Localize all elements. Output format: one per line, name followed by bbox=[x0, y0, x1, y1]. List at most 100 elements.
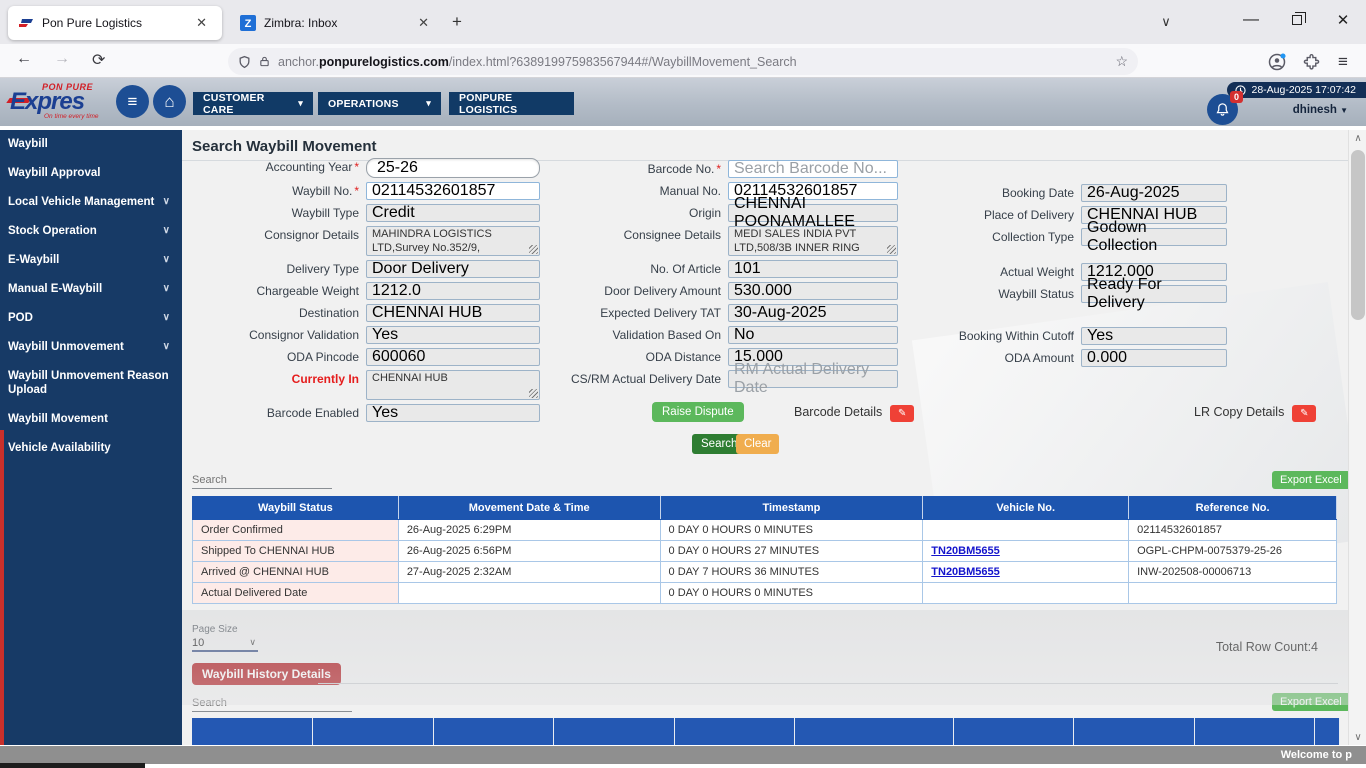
field-consignor-validation[interactable]: Yes bbox=[366, 326, 540, 344]
url-bar[interactable]: anchor.ponpurelogistics.com/index.html?6… bbox=[228, 48, 1138, 75]
sidebar-item-vehicle-availability[interactable]: Vehicle Availability bbox=[0, 434, 182, 463]
history-column-header bbox=[313, 718, 434, 745]
field-waybill-type[interactable]: Credit bbox=[366, 204, 540, 222]
back-icon[interactable]: ← bbox=[16, 50, 32, 68]
field-oda-amount[interactable]: 0.000 bbox=[1081, 349, 1227, 367]
barcode-details-edit-icon[interactable]: ✎ bbox=[890, 405, 915, 422]
sidebar-item-pod[interactable]: POD ∨ bbox=[0, 304, 182, 333]
field-consignor-details[interactable]: MAHINDRA LOGISTICS LTD,Survey No.352/9, … bbox=[366, 226, 540, 256]
lock-icon[interactable] bbox=[259, 55, 270, 68]
label-currently-in: Currently In bbox=[291, 372, 359, 386]
movement-table-search[interactable] bbox=[192, 470, 332, 489]
raise-dispute-button[interactable]: Raise Dispute bbox=[652, 402, 744, 422]
tab-close-icon[interactable]: ✕ bbox=[413, 13, 434, 33]
user-menu[interactable]: dhinesh ▼ bbox=[1293, 104, 1348, 116]
extensions-puzzle-icon[interactable] bbox=[1296, 48, 1326, 76]
sidebar-item-manual-e-waybill[interactable]: Manual E-Waybill ∨ bbox=[0, 275, 182, 304]
nav-customer-care[interactable]: CUSTOMER CARE ▾ bbox=[193, 92, 313, 116]
field-currently-in[interactable]: CHENNAI HUB bbox=[366, 370, 540, 400]
column-header-timestamp[interactable]: Timestamp bbox=[659, 496, 924, 520]
sidebar: Waybill Waybill Approval Local Vehicle Man… bbox=[0, 130, 182, 745]
history-table-search[interactable] bbox=[192, 693, 352, 712]
export-excel-button[interactable]: Export Excel bbox=[1272, 471, 1348, 489]
reload-icon[interactable]: ⟳ bbox=[92, 50, 105, 70]
field-validation-based-on[interactable]: No bbox=[728, 326, 898, 344]
history-column-header bbox=[795, 718, 954, 745]
field-collection-type[interactable]: Godown Collection bbox=[1081, 219, 1227, 254]
field-waybill-no[interactable]: 02114532601857 bbox=[366, 182, 540, 200]
scroll-down-icon[interactable]: ∨ bbox=[1349, 729, 1366, 745]
field-destination[interactable]: CHENNAI HUB bbox=[366, 304, 540, 322]
tab-list-chevron-icon[interactable]: ∨ bbox=[1146, 2, 1186, 42]
field-waybill-status[interactable]: Ready For Delivery bbox=[1081, 276, 1227, 311]
shield-icon[interactable] bbox=[238, 55, 251, 69]
vehicle-link[interactable]: TN20BM5655 bbox=[931, 566, 999, 578]
new-tab-button[interactable]: + bbox=[452, 12, 462, 32]
label-destination: Destination bbox=[298, 306, 359, 320]
column-header-vehicle-no[interactable]: Vehicle No. bbox=[922, 496, 1130, 520]
label-consignor-details: Consignor Details bbox=[264, 228, 359, 242]
svg-text:Z: Z bbox=[245, 18, 252, 30]
field-accounting-year[interactable]: 25-26 bbox=[366, 158, 540, 178]
field-booking-within-cutoff[interactable]: Yes bbox=[1081, 327, 1227, 345]
table-row: Arrived @ CHENNAI HUB 27-Aug-2025 2:32AM 0… bbox=[192, 561, 1337, 583]
chevron-down-icon: ▼ bbox=[1340, 106, 1348, 115]
status-bar: Welcome to p bbox=[0, 746, 1366, 764]
window-restore-button[interactable] bbox=[1274, 0, 1320, 40]
field-no-of-article[interactable]: 101 bbox=[728, 260, 898, 278]
window-close-button[interactable]: ✕ bbox=[1320, 0, 1366, 40]
home-icon[interactable]: ⌂ bbox=[153, 85, 186, 118]
scrollbar-thumb[interactable] bbox=[1351, 150, 1365, 320]
lr-copy-details-edit-icon[interactable]: ✎ bbox=[1292, 405, 1317, 422]
page-scrollbar[interactable]: ∧ ∨ bbox=[1348, 130, 1366, 745]
field-barcode-enabled[interactable]: Yes bbox=[366, 404, 540, 422]
notification-bell-icon[interactable]: 0 bbox=[1207, 91, 1243, 125]
tab-pon-pure-logistics[interactable]: Pon Pure Logistics ✕ bbox=[8, 6, 222, 40]
forward-icon[interactable]: → bbox=[54, 50, 70, 68]
sidebar-item-waybill-approval[interactable]: Waybill Approval bbox=[0, 159, 182, 188]
app-hamburger-icon[interactable]: ≡ bbox=[116, 85, 149, 118]
label-oda-distance: ODA Distance bbox=[645, 350, 721, 364]
field-delivery-type[interactable]: Door Delivery bbox=[366, 260, 540, 278]
search-input bbox=[192, 472, 332, 489]
vehicle-link[interactable]: TN20BM5655 bbox=[931, 545, 999, 557]
barcode-details: Barcode Details ✎ bbox=[794, 403, 915, 422]
header-datetime: 28-Aug-2025 17:07:42 bbox=[1227, 82, 1366, 98]
column-header-movement-date-time[interactable]: Movement Date & Time bbox=[397, 496, 661, 520]
waybill-history-details-button[interactable]: Waybill History Details bbox=[192, 663, 341, 685]
field-barcode-no[interactable]: Search Barcode No... bbox=[728, 160, 898, 178]
sidebar-item-waybill-movement[interactable]: Waybill Movement bbox=[0, 405, 182, 434]
field-door-delivery-amount[interactable]: 530.000 bbox=[728, 282, 898, 300]
label-actual-weight: Actual Weight bbox=[1000, 265, 1074, 279]
field-consignee-details[interactable]: MEDI SALES INDIA PVT LTD,508/3B INNER RI… bbox=[728, 226, 898, 256]
history-column-header bbox=[954, 718, 1074, 745]
tab-close-icon[interactable]: ✕ bbox=[191, 13, 212, 33]
column-header-reference-no[interactable]: Reference No. bbox=[1128, 496, 1337, 520]
field-chargeable-weight[interactable]: 1212.0 bbox=[366, 282, 540, 300]
sidebar-item-waybill[interactable]: Waybill bbox=[0, 130, 182, 159]
page-size-select[interactable]: 10 ∨ bbox=[192, 635, 258, 652]
menu-hamburger-icon[interactable]: ≡ bbox=[1328, 48, 1358, 76]
sidebar-item-e-waybill[interactable]: E-Waybill ∨ bbox=[0, 246, 182, 275]
scroll-up-icon[interactable]: ∧ bbox=[1349, 130, 1366, 146]
sidebar-item-stock-operation[interactable]: Stock Operation ∨ bbox=[0, 217, 182, 246]
label-waybill-status: Waybill Status bbox=[998, 287, 1074, 301]
window-minimize-button[interactable]: — bbox=[1228, 0, 1274, 40]
column-header-waybill-status[interactable]: Waybill Status bbox=[192, 496, 399, 520]
field-booking-date[interactable]: 26-Aug-2025 bbox=[1081, 184, 1227, 202]
tab-zimbra-inbox[interactable]: Z Zimbra: Inbox ✕ bbox=[230, 6, 444, 40]
field-oda-pincode[interactable]: 600060 bbox=[366, 348, 540, 366]
table-row: Order Confirmed 26-Aug-2025 6:29PM 0 DAY 0… bbox=[192, 519, 1337, 541]
field-origin[interactable]: CHENNAI POONAMALLEE bbox=[728, 195, 898, 230]
export-excel-button-history[interactable]: Export Excel bbox=[1272, 693, 1348, 711]
sidebar-item-waybill-unmovement[interactable]: Waybill Unmovement ∨ bbox=[0, 333, 182, 362]
field-expected-delivery-tat[interactable]: 30-Aug-2025 bbox=[728, 304, 898, 322]
nav-operations[interactable]: OPERATIONS ▾ bbox=[318, 92, 441, 115]
profile-icon[interactable] bbox=[1262, 48, 1292, 76]
bookmark-star-icon[interactable]: ☆ bbox=[1115, 53, 1128, 70]
field-cs-rm-actual-delivery-date[interactable]: RM Actual Delivery Date bbox=[728, 361, 898, 396]
sidebar-item-local-vehicle-management[interactable]: Local Vehicle Management ∨ bbox=[0, 188, 182, 217]
sidebar-item-waybill-unmovement-reason-upload[interactable]: Waybill Unmovement Reason Upload bbox=[0, 362, 182, 406]
clear-button[interactable]: Clear bbox=[736, 434, 780, 454]
nav-ponpure-logistics[interactable]: PONPURE LOGISTICS bbox=[449, 92, 574, 116]
